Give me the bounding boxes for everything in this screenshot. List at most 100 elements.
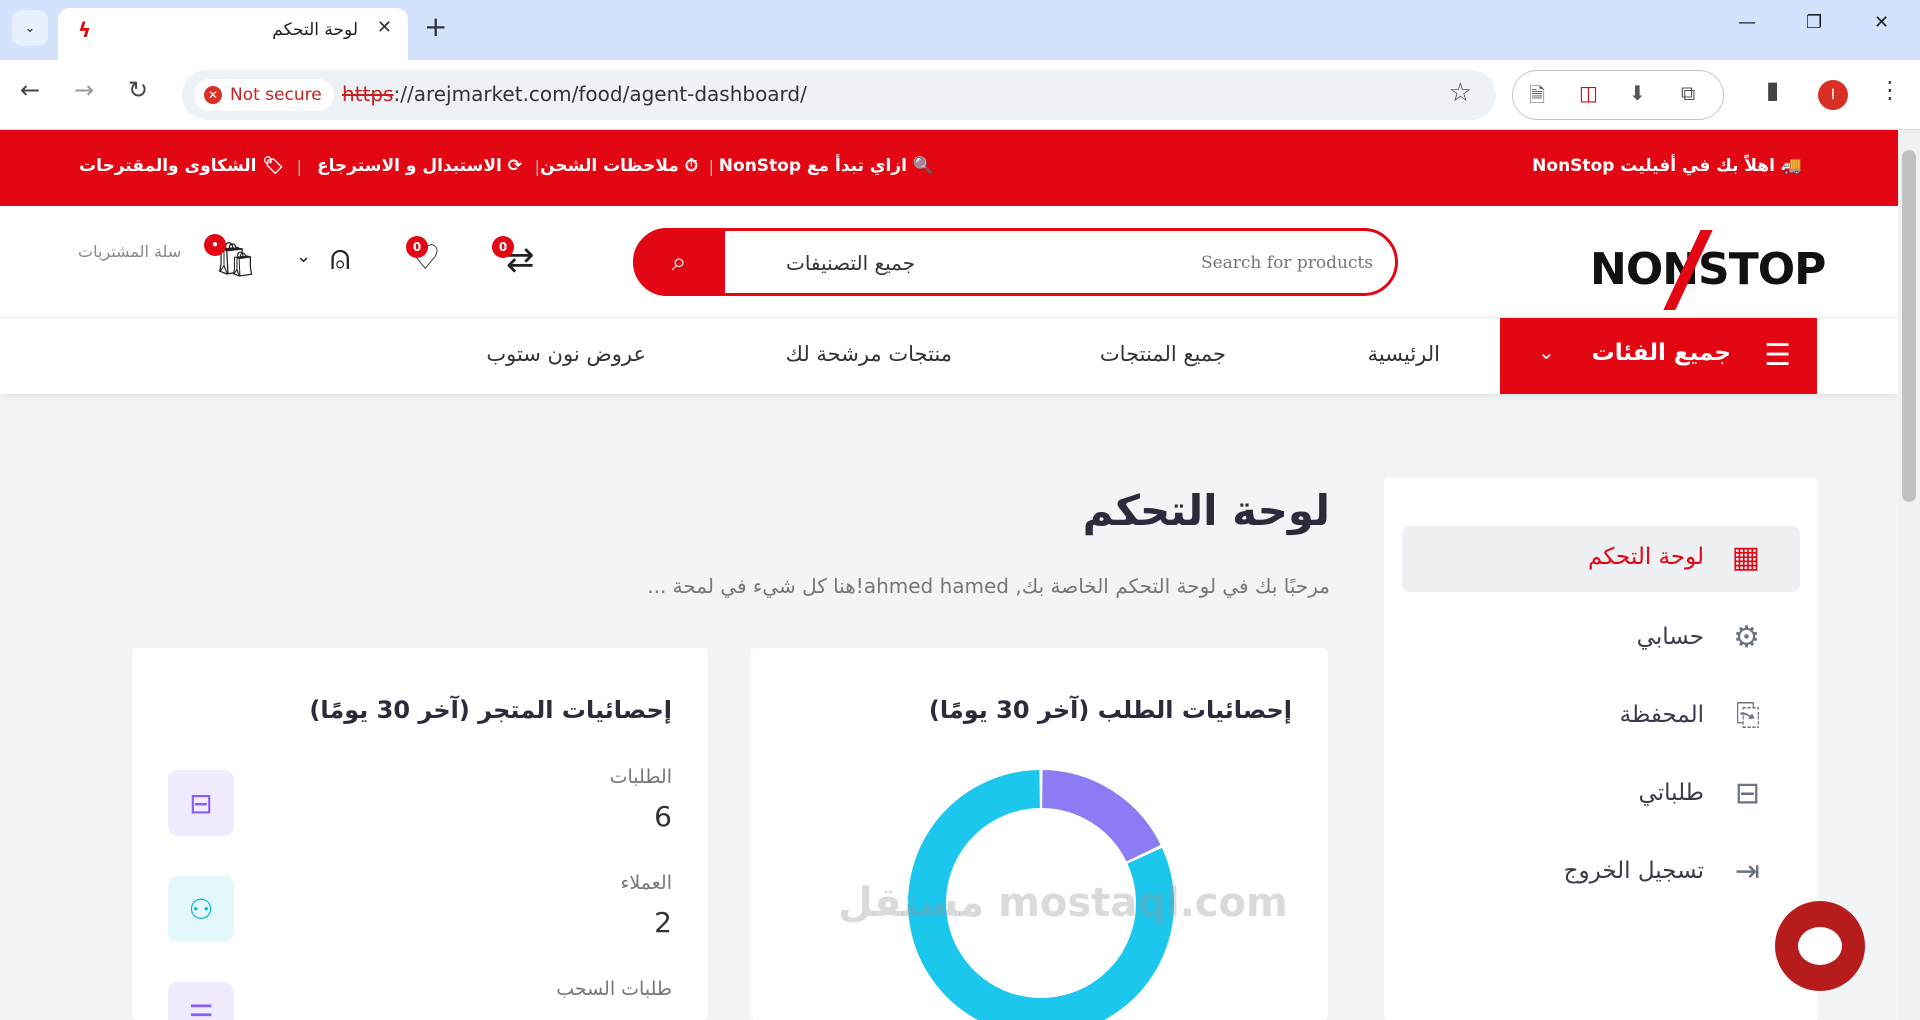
topbar-link-returns[interactable]: ⟳ الاستبدال و الاسترجاع <box>317 156 522 176</box>
back-icon[interactable]: ← <box>20 76 40 104</box>
page-scrollbar[interactable] <box>1898 130 1920 1020</box>
nav-link-recommended[interactable]: منتجات مرشحة لك <box>786 342 952 366</box>
sidebar-item-orders[interactable]: ⊟ طلباتي <box>1402 762 1800 828</box>
topbar-separator: | <box>534 157 540 176</box>
site-topbar: 🚚 اهلاً بك في أفيليت NonStop 🔍 ازاي تبدأ… <box>0 130 1898 206</box>
browser-tabbar: ⌄ ϟ لوحة التحكم ✕ + — ❐ ✕ <box>0 0 1920 60</box>
user-gear-icon: ⚙ <box>1733 620 1760 655</box>
not-secure-chip[interactable]: ✕ Not secure <box>194 79 334 111</box>
minimize-icon[interactable]: — <box>1738 12 1756 33</box>
search-button[interactable]: ⌕ <box>633 228 725 296</box>
sidebar-item-wallet[interactable]: ⎘ المحفظة <box>1402 684 1800 750</box>
wishlist-count-badge: 0 <box>406 236 428 258</box>
account-chevron-down-icon[interactable]: ⌄ <box>296 246 311 267</box>
menu-hamburger-icon: ☰ <box>1764 338 1791 373</box>
search-bar: ⌕ جميع التصنيفات <box>633 228 1398 296</box>
truck-icon: 🚚 <box>1780 156 1802 176</box>
watermark: مستقل mostaql.com <box>838 880 1288 926</box>
compare-count-badge: 0 <box>492 236 514 258</box>
nav-link-offers[interactable]: عروض نون ستوب <box>486 342 646 366</box>
dashboard-sidebar: ▦ لوحة التحكم ⚙ حسابي ⎘ المحفظة ⊟ طلباتي… <box>1384 478 1818 1020</box>
main-nav: ☰ جميع الفئات ⌄ الرئيسية جميع المنتجات م… <box>0 318 1898 394</box>
sidebar-item-label: طلباتي <box>1638 780 1704 806</box>
tab-title: لوحة التحكم <box>272 20 358 40</box>
extension-doc-icon[interactable]: 🗎 <box>1529 81 1545 115</box>
stat-orders-value: 6 <box>654 800 672 833</box>
site-logo[interactable]: NONSTOP <box>1590 230 1826 310</box>
stat-withdrawals-label: طلبات السحب <box>556 978 672 1000</box>
scrollbar-thumb[interactable] <box>1902 150 1916 502</box>
sidebar-item-label: حسابي <box>1636 624 1704 650</box>
withdrawals-server-icon: ☰ <box>168 982 234 1020</box>
order-stats-card: إحصائيات الطلب (آخر 30 يومًا) <box>750 648 1328 1020</box>
search-input[interactable] <box>1153 253 1373 273</box>
url-text[interactable]: https://arejmarket.com/food/agent-dashbo… <box>342 82 807 106</box>
page-subtitle: مرحبًا بك في لوحة التحكم الخاصة بك, ahme… <box>647 574 1330 598</box>
all-categories-button[interactable]: ☰ جميع الفئات ⌄ <box>1500 318 1817 394</box>
url-scheme: https <box>342 82 394 106</box>
restore-icon[interactable]: ❐ <box>1806 12 1822 33</box>
profile-avatar[interactable]: I <box>1818 80 1848 110</box>
sidebar-item-logout[interactable]: ⇥ تسجيل الخروج <box>1402 840 1800 906</box>
chat-bubble-icon <box>1798 927 1842 965</box>
topbar-link-shipping[interactable]: ⏱ ملاحظات الشحن <box>540 156 698 176</box>
extension-download-icon[interactable]: ⬇ <box>1629 81 1646 105</box>
close-window-icon[interactable]: ✕ <box>1874 12 1889 33</box>
forward-icon[interactable]: → <box>74 76 94 104</box>
topbar-link-returns-text: الاستبدال و الاسترجاع <box>316 156 502 176</box>
clock-icon: ⏱ <box>684 156 698 176</box>
sidebar-item-label: لوحة التحكم <box>1588 544 1704 570</box>
topbar-link-complaints[interactable]: 🏷 الشكاوى والمقترحات <box>79 156 284 176</box>
store-stats-card: إحصائيات المتجر (آخر 30 يومًا) الطلبات 6… <box>132 648 708 1020</box>
extension-shield-icon[interactable]: ◫ <box>1579 81 1598 105</box>
sidebar-item-dashboard[interactable]: ▦ لوحة التحكم <box>1402 526 1800 592</box>
browser-tab[interactable]: ϟ لوحة التحكم ✕ <box>58 8 408 60</box>
search-help-icon: 🔍 <box>912 156 934 176</box>
cart-badge: • <box>204 234 226 256</box>
browser-menu-icon[interactable]: ⋮ <box>1878 76 1902 104</box>
extensions-puzzle-icon[interactable]: ⧉ <box>1681 81 1695 105</box>
topbar-separator: | <box>708 157 714 176</box>
tab-favicon-icon: ϟ <box>78 18 92 42</box>
reload-icon[interactable]: ↻ <box>128 76 148 104</box>
topbar-link-start-text: ازاي تبدأ مع NonStop <box>718 156 907 176</box>
address-bar: ← → ↻ ✕ Not secure https://arejmarket.co… <box>0 60 1920 130</box>
bookmark-star-icon[interactable]: ☆ <box>1449 78 1472 108</box>
omnibox[interactable]: ✕ Not secure https://arejmarket.com/food… <box>182 70 1496 120</box>
stat-orders-label: الطلبات <box>609 766 672 788</box>
donut-slice-0[interactable] <box>1041 770 1161 863</box>
nav-link-all-products[interactable]: جميع المنتجات <box>1100 342 1226 366</box>
wallet-icon: ⎘ <box>1736 698 1760 733</box>
new-tab-icon[interactable]: + <box>424 10 447 43</box>
chevron-down-icon: ⌄ <box>1538 340 1555 364</box>
topbar-separator: | <box>296 157 302 176</box>
bag-icon: ⊟ <box>1734 776 1760 811</box>
orders-bag-icon: ⊟ <box>168 770 234 836</box>
topbar-welcome: 🚚 اهلاً بك في أفيليت NonStop <box>1532 156 1802 176</box>
page-title: لوحة التحكم <box>1082 486 1330 535</box>
warning-icon: ✕ <box>204 86 222 104</box>
search-icon: ⌕ <box>671 246 687 277</box>
topbar-link-complaints-text: الشكاوى والمقترحات <box>78 156 257 176</box>
logout-icon: ⇥ <box>1734 854 1760 889</box>
topbar-link-start[interactable]: 🔍 ازاي تبدأ مع NonStop <box>719 156 934 176</box>
store-stats-title: إحصائيات المتجر (آخر 30 يومًا) <box>309 696 672 724</box>
side-panel-icon[interactable]: ▮ <box>1766 76 1779 104</box>
sidebar-item-account[interactable]: ⚙ حسابي <box>1402 606 1800 672</box>
cart-label[interactable]: سلة المشتريات <box>78 242 181 261</box>
topbar-link-shipping-text: ملاحظات الشحن <box>540 156 679 176</box>
site-header: NONSTOP ⌕ جميع التصنيفات ⇄ 0 ♡ 0 ⍝ ⌄ 🛍 •… <box>0 206 1898 318</box>
topbar-welcome-text: اهلاً بك في أفيليت NonStop <box>1532 156 1775 176</box>
stat-customers-label: العملاء <box>620 872 673 894</box>
all-categories-label: جميع الفئات <box>1591 340 1731 366</box>
logo-text: NONSTOP <box>1590 244 1826 295</box>
not-secure-label: Not secure <box>230 85 322 105</box>
sidebar-item-label: المحفظة <box>1619 702 1704 728</box>
search-category-select[interactable]: جميع التصنيفات <box>786 251 915 275</box>
tab-close-icon[interactable]: ✕ <box>377 17 392 38</box>
account-user-icon[interactable]: ⍝ <box>330 238 350 278</box>
stat-customers-value: 2 <box>654 906 672 939</box>
chat-button[interactable] <box>1775 901 1865 991</box>
tab-search-button[interactable]: ⌄ <box>12 10 48 46</box>
nav-link-home[interactable]: الرئيسية <box>1368 342 1440 366</box>
